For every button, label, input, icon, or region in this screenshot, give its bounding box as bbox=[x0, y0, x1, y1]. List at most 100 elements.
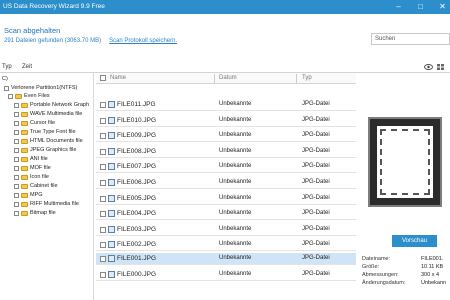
table-row[interactable]: FILE007.JPG Unbekannte JPG-Datei bbox=[96, 161, 356, 173]
file-date: Unbekannte bbox=[219, 179, 252, 185]
file-type: JPG-Datei bbox=[302, 117, 330, 123]
preview-button[interactable]: Vorschau bbox=[392, 235, 437, 247]
tree-item-label: Verlorene Partition1(NTFS) bbox=[11, 85, 78, 91]
table-row[interactable]: FILE009.JPG Unbekannte JPG-Datei bbox=[96, 130, 356, 142]
tree-checkbox[interactable] bbox=[14, 201, 19, 207]
row-checkbox[interactable] bbox=[100, 118, 106, 124]
tree-item-ttf[interactable]: True Type Font file bbox=[14, 128, 76, 136]
tree-root[interactable]: C) bbox=[2, 75, 8, 83]
tree-checkbox[interactable] bbox=[14, 111, 19, 117]
tree-checkbox[interactable] bbox=[8, 93, 13, 99]
file-type: JPG-Datei bbox=[302, 271, 330, 277]
table-row[interactable]: FILE000.JPG Unbekannte JPG-Datei bbox=[96, 269, 356, 281]
table-row[interactable]: FILE006.JPG Unbekannte JPG-Datei bbox=[96, 177, 356, 189]
table-row[interactable]: FILE008.JPG Unbekannte JPG-Datei bbox=[96, 146, 356, 158]
file-name: FILE007.JPG bbox=[117, 163, 157, 170]
file-type: JPG-Datei bbox=[302, 179, 330, 185]
tree-item-ani[interactable]: ANI file bbox=[14, 155, 48, 163]
row-checkbox[interactable] bbox=[100, 242, 106, 248]
maximize-icon[interactable]: □ bbox=[414, 0, 427, 13]
file-date: Unbekannte bbox=[219, 255, 252, 261]
row-checkbox[interactable] bbox=[100, 133, 106, 139]
tab-time[interactable]: Zeit bbox=[22, 64, 32, 70]
column-header-date[interactable]: Datum bbox=[219, 75, 237, 81]
tree-checkbox[interactable] bbox=[14, 102, 19, 108]
tree-checkbox[interactable] bbox=[14, 174, 19, 180]
file-type: JPG-Datei bbox=[302, 241, 330, 247]
table-row[interactable]: FILE003.JPG Unbekannte JPG-Datei bbox=[96, 224, 356, 236]
tree-checkbox[interactable] bbox=[14, 183, 19, 189]
tree-item-mpg[interactable]: MPG bbox=[14, 191, 43, 199]
file-name: FILE010.JPG bbox=[117, 117, 157, 124]
search-input[interactable]: Suchen bbox=[371, 33, 450, 45]
row-checkbox[interactable] bbox=[100, 211, 106, 217]
image-file-icon bbox=[108, 101, 115, 108]
select-all-checkbox[interactable] bbox=[100, 75, 106, 81]
tree-item-html[interactable]: HTML Documents file bbox=[14, 137, 83, 145]
tree-item-label: JPEG Graphics file bbox=[30, 147, 77, 153]
table-row-selected[interactable]: FILE001.JPG Unbekannte JPG-Datei bbox=[96, 253, 356, 265]
tab-type[interactable]: Typ bbox=[2, 64, 12, 70]
file-date: Unbekannte bbox=[219, 271, 252, 277]
file-type-tree: C) Verlorene Partition1(NTFS) Even Files… bbox=[0, 73, 94, 300]
file-name: FILE002.JPG bbox=[117, 241, 157, 248]
column-header-type[interactable]: Typ bbox=[302, 75, 312, 81]
tree-item-riff[interactable]: RIFF Multimedia file bbox=[14, 200, 79, 208]
row-checkbox[interactable] bbox=[100, 256, 106, 262]
row-checkbox[interactable] bbox=[100, 149, 106, 155]
tree-item-wave[interactable]: WAVE Multimedia file bbox=[14, 110, 82, 118]
close-icon[interactable]: ✕ bbox=[436, 0, 449, 13]
tree-checkbox[interactable] bbox=[14, 165, 19, 171]
tree-item-icon[interactable]: Icon file bbox=[14, 173, 49, 181]
row-checkbox[interactable] bbox=[100, 196, 106, 202]
row-checkbox[interactable] bbox=[100, 102, 106, 108]
folder-icon bbox=[21, 138, 28, 144]
tree-checkbox[interactable] bbox=[14, 138, 19, 144]
file-name: FILE011.JPG bbox=[117, 101, 156, 108]
tree-item-label: WAVE Multimedia file bbox=[30, 111, 83, 117]
tree-item-bitmap[interactable]: Bitmap file bbox=[14, 209, 56, 217]
minimize-icon[interactable]: – bbox=[392, 0, 405, 13]
tree-item-cursor[interactable]: Cursor file bbox=[14, 119, 55, 127]
table-row[interactable]: FILE005.JPG Unbekannte JPG-Datei bbox=[96, 193, 356, 205]
folder-icon bbox=[21, 210, 28, 216]
row-checkbox[interactable] bbox=[100, 227, 106, 233]
grid-icon[interactable] bbox=[436, 63, 445, 71]
file-name: FILE009.JPG bbox=[117, 132, 157, 139]
tree-item-png[interactable]: Portable Network Graph bbox=[14, 101, 89, 109]
tree-item-even-files[interactable]: Even Files bbox=[8, 92, 50, 100]
file-name: FILE003.JPG bbox=[117, 226, 157, 233]
save-scan-log-link[interactable]: Scan Protokoll speichern. bbox=[109, 38, 177, 44]
file-date: Unbekannte bbox=[219, 101, 252, 107]
row-checkbox[interactable] bbox=[100, 272, 106, 278]
tree-checkbox[interactable] bbox=[14, 192, 19, 198]
row-checkbox[interactable] bbox=[100, 180, 106, 186]
table-row[interactable]: FILE002.JPG Unbekannte JPG-Datei bbox=[96, 239, 356, 251]
tree-checkbox[interactable] bbox=[14, 120, 19, 126]
tree-item-mof[interactable]: MOF file bbox=[14, 164, 51, 172]
table-row[interactable]: FILE011.JPG Unbekannte JPG-Datei bbox=[96, 99, 356, 111]
table-row[interactable]: FILE010.JPG Unbekannte JPG-Datei bbox=[96, 115, 356, 127]
tree-item-partition[interactable]: Verlorene Partition1(NTFS) bbox=[4, 84, 77, 92]
row-checkbox[interactable] bbox=[100, 164, 106, 170]
tree-item-label: Even Files bbox=[24, 93, 50, 99]
column-divider[interactable] bbox=[214, 74, 215, 83]
column-divider[interactable] bbox=[296, 74, 297, 83]
file-name: FILE008.JPG bbox=[117, 148, 157, 155]
tree-checkbox[interactable] bbox=[14, 129, 19, 135]
tree-item-label: True Type Font file bbox=[30, 129, 76, 135]
tree-checkbox[interactable] bbox=[4, 85, 9, 91]
meta-key: Dateiname: bbox=[362, 256, 391, 262]
file-date: Unbekannte bbox=[219, 195, 252, 201]
eye-icon[interactable] bbox=[424, 63, 433, 71]
tree-item-jpeg[interactable]: JPEG Graphics file bbox=[14, 146, 76, 154]
tree-checkbox[interactable] bbox=[14, 147, 19, 153]
table-row[interactable]: FILE004.JPG Unbekannte JPG-Datei bbox=[96, 208, 356, 220]
tree-item-cabinet[interactable]: Cabinet file bbox=[14, 182, 58, 190]
meta-value: 300 x 4 bbox=[421, 272, 440, 278]
scan-summary: 291 Dateien gefunden (3063.70 MB) Scan Pr… bbox=[4, 38, 177, 44]
column-header-name[interactable]: Name bbox=[110, 75, 126, 81]
tree-checkbox[interactable] bbox=[14, 156, 19, 162]
tree-checkbox[interactable] bbox=[14, 210, 19, 216]
folder-icon bbox=[21, 147, 28, 153]
